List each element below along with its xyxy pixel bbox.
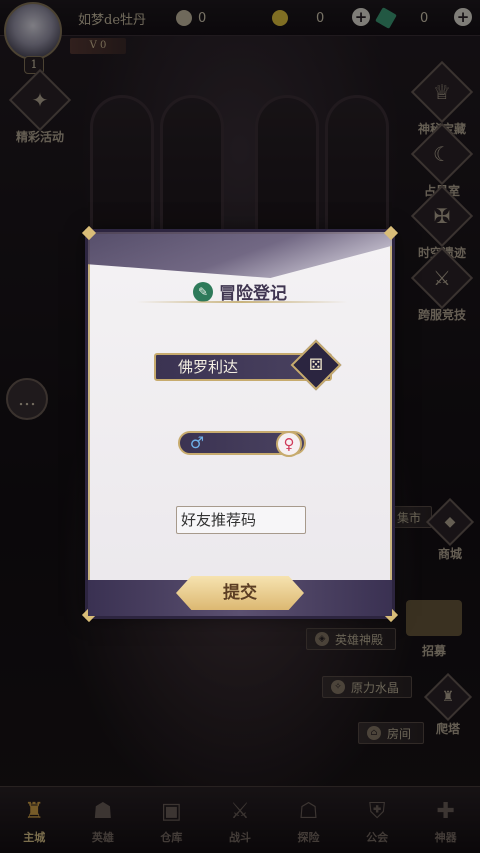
title-divider xyxy=(136,301,348,303)
registration-dialog: ✎ 冒险登记 佛罗利达 ⚄ ♂ ♀ 提交 xyxy=(81,225,399,623)
dice-icon: ⚄ xyxy=(309,355,323,374)
female-icon[interactable]: ♀ xyxy=(276,431,302,457)
male-icon[interactable]: ♂ xyxy=(186,432,208,454)
quill-icon: ✎ xyxy=(193,281,213,302)
referral-code-input[interactable] xyxy=(176,506,306,534)
random-name-button[interactable]: ⚄ xyxy=(290,339,342,391)
submit-button[interactable]: 提交 xyxy=(176,576,304,610)
modal-header-decoration xyxy=(88,232,392,278)
